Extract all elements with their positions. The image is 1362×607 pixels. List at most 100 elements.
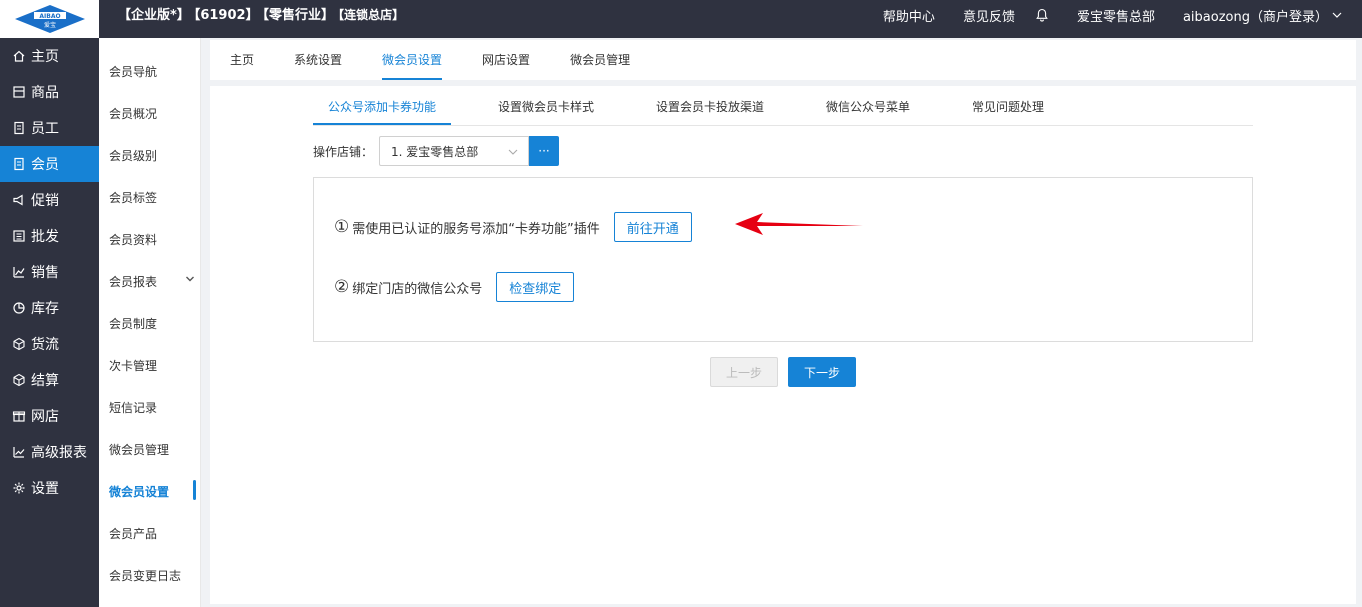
sidebar-item-label: 结算 xyxy=(31,373,59,389)
home-icon xyxy=(12,49,26,63)
line-chart-icon xyxy=(12,445,26,459)
sidebar-item-staff[interactable]: 员工 xyxy=(0,110,99,146)
sidebar-item-settle[interactable]: 结算 xyxy=(0,362,99,398)
sidebar-item-member[interactable]: 会员 xyxy=(0,146,99,182)
sidebar-item-label: 高级报表 xyxy=(31,445,87,461)
staff-icon xyxy=(12,121,26,135)
step-wechat-menu[interactable]: 微信公众号菜单 xyxy=(826,98,910,125)
top-bar: AIBAO 爱宝 【企业版*】 【61902】 【零售行业】 【连锁总店】 帮助中心 … xyxy=(0,0,1362,38)
sidebar-item-label: 会员 xyxy=(31,157,59,173)
member-subnav: 会员导航 会员概况 会员级别 会员标签 会员资料 会员报表 会员制度 次卡管理 … xyxy=(99,38,201,607)
sidebar-item-label: 销售 xyxy=(31,265,59,281)
step-navigation: 上一步 下一步 xyxy=(710,357,856,387)
pie-icon xyxy=(12,301,26,315)
sidebar-item-goods[interactable]: 商品 xyxy=(0,74,99,110)
subnav-sms-records[interactable]: 短信记录 xyxy=(109,399,157,416)
tab-wechat-member-manage[interactable]: 微会员管理 xyxy=(570,40,630,80)
account-info: 【企业版*】 【61902】 【零售行业】 【连锁总店】 xyxy=(118,0,408,38)
sidebar-item-logistics[interactable]: 货流 xyxy=(0,326,99,362)
active-indicator xyxy=(193,480,196,500)
subnav-count-card[interactable]: 次卡管理 xyxy=(109,357,157,374)
step-card-style[interactable]: 设置微会员卡样式 xyxy=(498,98,594,125)
active-step-underline xyxy=(313,123,451,125)
store-type-label: 【连锁总店】 xyxy=(338,8,405,22)
previous-step-button[interactable]: 上一步 xyxy=(710,357,778,387)
step-faq[interactable]: 常见问题处理 xyxy=(972,98,1044,125)
step-add-card-feature[interactable]: 公众号添加卡券功能 xyxy=(328,98,436,125)
cube-icon xyxy=(12,373,26,387)
instruction-text-1: 需使用已认证的服务号添加“卡券功能”插件 xyxy=(352,221,600,237)
sidebar-item-wholesale[interactable]: 批发 xyxy=(0,218,99,254)
store-selector-row: 操作店铺： 1. 爱宝零售总部 ··· xyxy=(313,136,560,166)
sidebar-item-label: 网店 xyxy=(31,409,59,425)
subnav-member-level[interactable]: 会员级别 xyxy=(109,147,157,164)
step-number-1: ① xyxy=(334,217,350,237)
logo-subtext: 爱宝 xyxy=(43,21,55,29)
main-panel: 公众号添加卡券功能 设置微会员卡样式 设置会员卡投放渠道 微信公众号菜单 常见问… xyxy=(210,86,1356,604)
sidebar-item-settings[interactable]: 设置 xyxy=(0,470,99,506)
setup-steps: 公众号添加卡券功能 设置微会员卡样式 设置会员卡投放渠道 微信公众号菜单 常见问… xyxy=(313,98,1253,126)
step-number-2: ② xyxy=(334,277,350,297)
instruction-line-1: ① 需使用已认证的服务号添加“卡券功能”插件 前往开通 xyxy=(334,212,692,242)
main-sidebar: 主页 商品 员工 会员 促销 批发 销售 库存 货流 结算 网店 高级报表 设置 xyxy=(0,38,99,607)
red-arrow-annotation xyxy=(735,213,863,235)
tab-home[interactable]: 主页 xyxy=(230,40,254,80)
gear-icon xyxy=(12,481,26,495)
go-activate-button[interactable]: 前往开通 xyxy=(613,212,692,242)
instruction-box: ① 需使用已认证的服务号添加“卡券功能”插件 前往开通 ② 绑定门店的微信公众号… xyxy=(313,177,1253,342)
chevron-down-icon[interactable] xyxy=(185,274,195,284)
store-select-value: 1. 爱宝零售总部 xyxy=(391,144,479,159)
subnav-wechat-member-settings[interactable]: 微会员设置 xyxy=(109,483,169,500)
industry-label: 【零售行业】 xyxy=(262,8,335,23)
user-menu[interactable]: aibaozong（商户登录） xyxy=(1183,6,1342,25)
sidebar-item-label: 库存 xyxy=(31,301,59,317)
aibao-logo[interactable]: AIBAO 爱宝 xyxy=(0,0,99,38)
help-center-link[interactable]: 帮助中心 xyxy=(883,6,935,25)
subnav-member-report[interactable]: 会员报表 xyxy=(109,273,157,290)
subnav-member-rules[interactable]: 会员制度 xyxy=(109,315,157,332)
sidebar-item-promotion[interactable]: 促销 xyxy=(0,182,99,218)
account-id: 【61902】 xyxy=(193,8,259,23)
store-select[interactable]: 1. 爱宝零售总部 xyxy=(379,136,530,166)
sidebar-item-sales[interactable]: 销售 xyxy=(0,254,99,290)
instruction-line-2: ② 绑定门店的微信公众号 检查绑定 xyxy=(334,272,575,302)
subnav-member-products[interactable]: 会员产品 xyxy=(109,525,157,542)
subnav-member-overview[interactable]: 会员概况 xyxy=(109,105,157,122)
sales-chart-icon xyxy=(12,265,26,279)
tab-system-settings[interactable]: 系统设置 xyxy=(294,40,342,80)
sidebar-item-label: 商品 xyxy=(31,85,59,101)
sidebar-item-label: 促销 xyxy=(31,193,59,209)
subnav-member-profile[interactable]: 会员资料 xyxy=(109,231,157,248)
member-icon xyxy=(12,157,26,171)
cube-icon xyxy=(12,337,26,351)
subnav-member-nav[interactable]: 会员导航 xyxy=(109,63,157,80)
sidebar-item-home[interactable]: 主页 xyxy=(0,38,99,74)
store-more-button[interactable]: ··· xyxy=(529,136,560,166)
store-name[interactable]: 爱宝零售总部 xyxy=(1077,6,1155,25)
step-card-channels[interactable]: 设置会员卡投放渠道 xyxy=(656,98,764,125)
chevron-down-icon xyxy=(1332,12,1342,18)
sidebar-item-stock[interactable]: 库存 xyxy=(0,290,99,326)
sidebar-item-report[interactable]: 高级报表 xyxy=(0,434,99,470)
user-name: aibaozong（商户登录） xyxy=(1182,9,1328,25)
next-step-button[interactable]: 下一步 xyxy=(788,357,856,387)
page-tabs: 主页 系统设置 微会员设置 网店设置 微会员管理 xyxy=(210,40,1356,80)
sidebar-item-label: 员工 xyxy=(31,121,59,137)
bell-icon[interactable] xyxy=(1035,8,1049,22)
sidebar-item-label: 批发 xyxy=(31,229,59,245)
logo-text: AIBAO xyxy=(39,13,60,20)
tab-wechat-member-settings[interactable]: 微会员设置 xyxy=(382,40,443,80)
sidebar-item-shop[interactable]: 网店 xyxy=(0,398,99,434)
subnav-member-change-log[interactable]: 会员变更日志 xyxy=(109,567,181,584)
tab-online-shop-settings[interactable]: 网店设置 xyxy=(482,40,530,80)
chevron-down-icon xyxy=(508,149,518,155)
subnav-wechat-member-manage[interactable]: 微会员管理 xyxy=(109,441,169,458)
sidebar-item-label: 设置 xyxy=(31,481,59,497)
gift-icon xyxy=(12,409,26,423)
check-binding-button[interactable]: 检查绑定 xyxy=(496,272,575,302)
goods-icon xyxy=(12,85,26,99)
feedback-link[interactable]: 意见反馈 xyxy=(963,6,1015,25)
subnav-member-tag[interactable]: 会员标签 xyxy=(109,189,157,206)
edition-label: 【企业版*】 xyxy=(118,8,190,23)
instruction-text-2: 绑定门店的微信公众号 xyxy=(352,281,483,297)
